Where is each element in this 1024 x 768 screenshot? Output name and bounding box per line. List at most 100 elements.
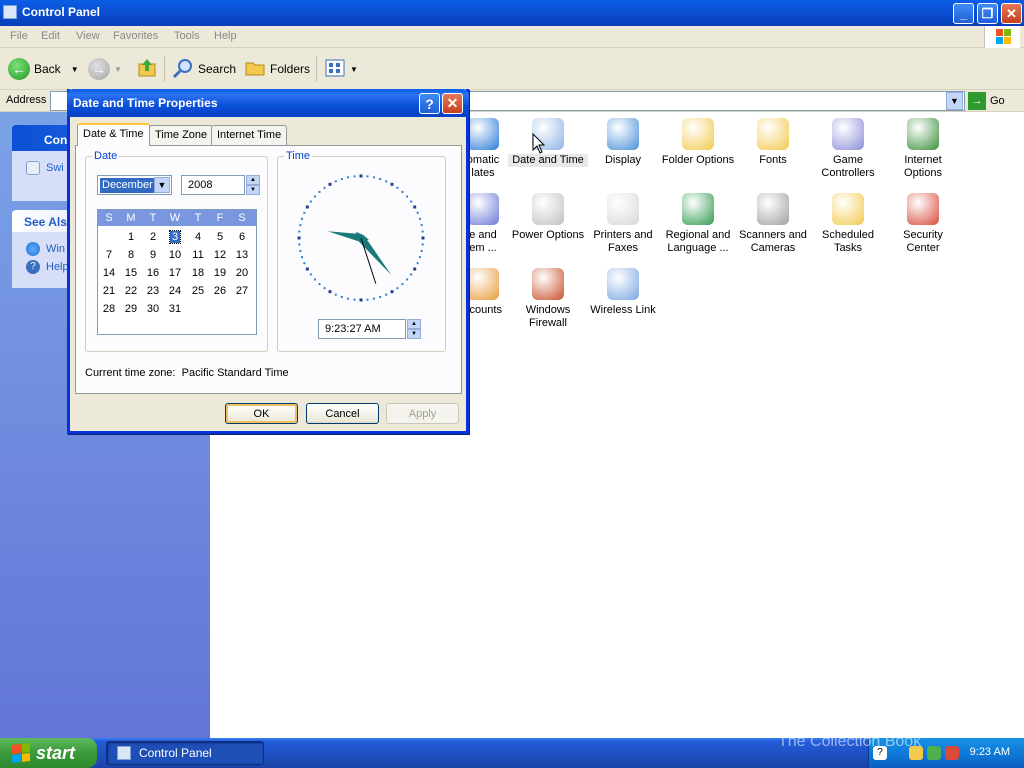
- calendar-day[interactable]: 31: [164, 300, 186, 318]
- control-panel-item[interactable]: Scheduled Tasks: [808, 193, 888, 255]
- calendar-day[interactable]: 20: [231, 264, 253, 282]
- menu-tools[interactable]: Tools: [174, 30, 200, 42]
- calendar[interactable]: SMTWTFS 1 2 3 4 5 6 7 8 9 10 11 12 13 14 15 16 17 18 19 20 2…: [97, 209, 257, 335]
- month-select[interactable]: December ▼: [97, 175, 172, 195]
- year-input[interactable]: 2008: [181, 175, 245, 195]
- go-arrow-icon: →: [968, 92, 986, 110]
- spin-down-icon[interactable]: ▼: [407, 329, 421, 339]
- dialog-close-button[interactable]: ✕: [442, 93, 463, 114]
- clock-tick: [413, 205, 417, 209]
- clock-tick: [298, 230, 301, 233]
- calendar-day[interactable]: 11: [187, 246, 209, 264]
- control-panel-item[interactable]: Printers and Faxes: [583, 193, 663, 255]
- calendar-day[interactable]: 16: [142, 264, 164, 282]
- calendar-day[interactable]: 17: [164, 264, 186, 282]
- tab-time-zone[interactable]: Time Zone: [149, 125, 214, 145]
- maximize-button[interactable]: ❐: [977, 3, 998, 24]
- network-icon[interactable]: [927, 746, 941, 760]
- calendar-day[interactable]: 2: [142, 228, 164, 246]
- calendar-day[interactable]: 3: [164, 228, 186, 246]
- calendar-day[interactable]: 6: [231, 228, 253, 246]
- tab-date-time[interactable]: Date & Time: [77, 123, 150, 146]
- calendar-day[interactable]: 29: [120, 300, 142, 318]
- calendar-day[interactable]: 1: [120, 228, 142, 246]
- start-button[interactable]: start: [0, 738, 97, 768]
- calendar-day[interactable]: 27: [231, 282, 253, 300]
- calendar-day[interactable]: 24: [164, 282, 186, 300]
- menu-favorites[interactable]: Favorites: [113, 30, 158, 42]
- calendar-day[interactable]: 28: [98, 300, 120, 318]
- calendar-day[interactable]: 8: [120, 246, 142, 264]
- calendar-day[interactable]: 21: [98, 282, 120, 300]
- calendar-day[interactable]: 5: [209, 228, 231, 246]
- time-spinner[interactable]: ▲ ▼: [407, 319, 421, 339]
- control-panel-item[interactable]: Wireless Link: [583, 268, 663, 317]
- calendar-day[interactable]: 10: [164, 246, 186, 264]
- calendar-day[interactable]: 9: [142, 246, 164, 264]
- apply-button[interactable]: Apply: [386, 403, 459, 424]
- control-panel-item[interactable]: Power Options: [508, 193, 588, 242]
- chevron-down-icon[interactable]: ▼: [114, 65, 122, 74]
- calendar-day[interactable]: 14: [98, 264, 120, 282]
- control-panel-item[interactable]: Folder Options: [658, 118, 738, 167]
- back-button[interactable]: ← Back ▼: [8, 58, 79, 80]
- clock-tick: [385, 180, 388, 183]
- clock-tick: [334, 180, 337, 183]
- menu-view[interactable]: View: [76, 30, 100, 42]
- close-button[interactable]: ✕: [1001, 3, 1022, 24]
- control-panel-item[interactable]: Fonts: [733, 118, 813, 167]
- calendar-day[interactable]: 13: [231, 246, 253, 264]
- search-button[interactable]: Search: [172, 58, 236, 80]
- control-panel-item[interactable]: Display: [583, 118, 663, 167]
- up-folder-button[interactable]: [136, 58, 158, 80]
- control-panel-item[interactable]: Security Center: [883, 193, 963, 255]
- control-panel-item-icon: [907, 193, 939, 225]
- minimize-button[interactable]: _: [953, 3, 974, 24]
- spin-up-icon[interactable]: ▲: [246, 175, 260, 185]
- control-panel-item-icon: [607, 268, 639, 300]
- taskbar-item-control-panel[interactable]: Control Panel: [106, 741, 264, 765]
- calendar-day[interactable]: 15: [120, 264, 142, 282]
- views-button[interactable]: ▼: [324, 58, 358, 80]
- menu-file[interactable]: File: [10, 30, 28, 42]
- control-panel-item[interactable]: Regional and Language ...: [658, 193, 738, 255]
- chevron-down-icon[interactable]: ▼: [154, 177, 170, 193]
- calendar-day[interactable]: 26: [209, 282, 231, 300]
- cancel-button[interactable]: Cancel: [306, 403, 379, 424]
- taskbar-clock[interactable]: 9:23 AM: [970, 746, 1010, 758]
- control-panel-item[interactable]: Game Controllers: [808, 118, 888, 180]
- calendar-day[interactable]: 18: [187, 264, 209, 282]
- dialog-titlebar[interactable]: Date and Time Properties ? ✕: [67, 89, 469, 117]
- tab-internet-time[interactable]: Internet Time: [211, 125, 288, 145]
- forward-button[interactable]: → ▼: [88, 58, 122, 80]
- spin-down-icon[interactable]: ▼: [246, 185, 260, 195]
- control-panel-item[interactable]: Scanners and Cameras: [733, 193, 813, 255]
- chevron-down-icon[interactable]: ▼: [71, 65, 79, 74]
- ok-button[interactable]: OK: [225, 403, 298, 424]
- calendar-day[interactable]: 12: [209, 246, 231, 264]
- window-titlebar[interactable]: Control Panel _ ❐ ✕: [0, 0, 1024, 26]
- chevron-down-icon[interactable]: ▼: [350, 65, 358, 74]
- year-spinner[interactable]: ▲ ▼: [246, 175, 260, 195]
- menu-help[interactable]: Help: [214, 30, 237, 42]
- folders-button[interactable]: Folders: [244, 58, 310, 80]
- windows-flag-icon: [12, 743, 30, 763]
- calendar-day[interactable]: 19: [209, 264, 231, 282]
- go-button[interactable]: → Go: [968, 91, 1005, 111]
- calendar-day[interactable]: 4: [187, 228, 209, 246]
- calendar-day[interactable]: 30: [142, 300, 164, 318]
- clock-tick: [410, 273, 413, 276]
- control-panel-item[interactable]: Windows Firewall: [508, 268, 588, 330]
- spin-up-icon[interactable]: ▲: [407, 319, 421, 329]
- calendar-day[interactable]: 23: [142, 282, 164, 300]
- menu-edit[interactable]: Edit: [41, 30, 60, 42]
- help-button[interactable]: ?: [419, 93, 440, 114]
- calendar-day[interactable]: 7: [98, 246, 120, 264]
- calendar-day[interactable]: 25: [187, 282, 209, 300]
- time-input[interactable]: 9:23:27 AM: [318, 319, 406, 339]
- calendar-day[interactable]: 22: [120, 282, 142, 300]
- control-panel-item[interactable]: Internet Options: [883, 118, 963, 180]
- security-alert-icon[interactable]: [945, 746, 959, 760]
- address-dropdown-button[interactable]: ▼: [946, 92, 963, 110]
- control-panel-item[interactable]: Date and Time: [508, 118, 588, 167]
